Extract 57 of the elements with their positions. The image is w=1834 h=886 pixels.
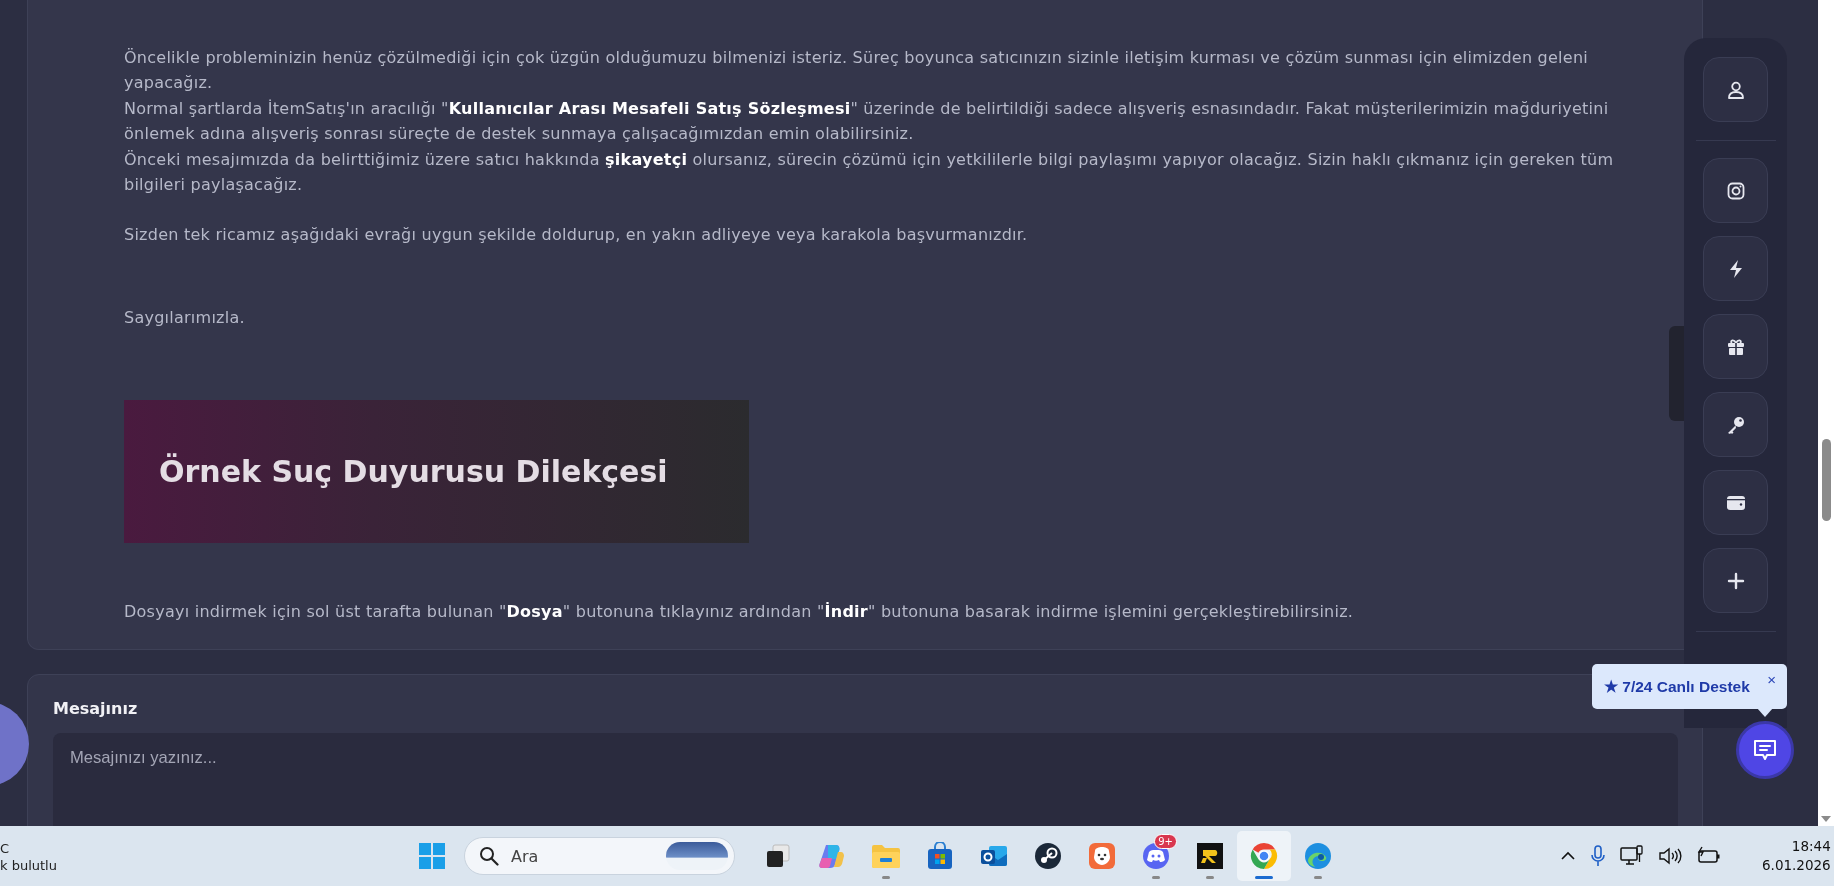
overlapping-squares-icon[interactable] (765, 843, 791, 869)
panel-handle[interactable] (1669, 326, 1684, 421)
date-text: 6.01.2026 (1762, 856, 1831, 875)
taskbar-app-button[interactable]: 9+ (1129, 831, 1183, 881)
message-paragraph: Öncelikle probleminizin henüz çözülmediği için çok üzgün olduğumuzu bilmenizi isteriz. Süreç boyunca satıcınızın sizinle iletişim kurması ve çözüm sunması için elimizden geleni yapacağız. (124, 47, 1589, 95)
windows-start-icon[interactable] (418, 842, 446, 870)
running-indicator (1314, 876, 1322, 879)
speaker-icon[interactable] (1658, 846, 1682, 866)
side-panel-button[interactable] (1703, 392, 1768, 457)
wallet-icon (1725, 493, 1746, 512)
scrollbar-thumb[interactable] (1822, 439, 1831, 521)
side-panel-button[interactable] (1703, 57, 1768, 122)
shopping-bag-icon[interactable] (926, 842, 954, 870)
running-indicator (1206, 876, 1214, 879)
document-banner[interactable]: Örnek Suç Duyurusu Dilekçesi (124, 400, 749, 544)
closing-text: Saygılarımızla. (124, 306, 246, 329)
request-paragraph: Sizden tek ricamız aşağıdaki evrağı uygun şekilde doldurup, en yakın adliyeye veya karakola başvurmanızdır. (124, 224, 1029, 247)
search-icon (479, 846, 499, 866)
side-panel-button[interactable] (1703, 158, 1768, 223)
chevron-up-icon[interactable] (1560, 851, 1576, 861)
reply-label: Mesajınız (53, 698, 139, 718)
plus-icon (1726, 571, 1745, 590)
support-tooltip-text: ★ 7/24 Canlı Destek (1604, 677, 1751, 696)
message-input[interactable]: Mesajınızı yazınız... (53, 732, 1678, 826)
search-field[interactable]: Ara (464, 837, 735, 875)
winter-village-picture (666, 842, 728, 870)
dog-face-icon[interactable] (1088, 842, 1116, 870)
round-dark-icon[interactable] (1034, 842, 1062, 870)
folder-icon[interactable] (871, 843, 901, 869)
message-paragraph: Önceki mesajımızda da belirttiğimiz üzere satıcı hakkında şikayetçi olursanız, sürecin çözümü için yetkililerle bilgi paylaşımı yapıyor olacağız. Sizin haklı çıkmanız için gereken tüm bilgileri paylaşacağız. (124, 148, 1615, 197)
side-panel-button[interactable] (1703, 470, 1768, 535)
scrollbar[interactable] (1818, 0, 1834, 826)
running-indicator (1255, 876, 1273, 879)
chat-icon (1752, 737, 1778, 763)
close-button[interactable]: × (1765, 671, 1778, 688)
search-input[interactable]: Ara (509, 845, 666, 867)
swirl-icon[interactable] (818, 843, 846, 869)
weather-text[interactable]: C (0, 840, 57, 857)
battery-charging-icon[interactable] (1696, 846, 1722, 866)
weather-text[interactable]: k bulutlu (0, 857, 57, 874)
microphone-icon[interactable] (1590, 845, 1606, 867)
download-instructions: Dosyayı indirmek için sol üst tarafta bulunan "Dosya" butonuna tıklayınız ardından "İndir" butonuna basarak indirme işlemini gerçekleştirebilirsiniz. (124, 601, 1355, 624)
time-text: 18:44 (1791, 837, 1831, 856)
notification-badge: 9+ (1154, 834, 1177, 849)
chat-button[interactable] (1736, 721, 1794, 779)
gift-icon (1725, 336, 1746, 357)
instagram-icon (1725, 180, 1746, 201)
r-logo-icon[interactable] (1196, 842, 1224, 870)
side-panel-button[interactable] (1703, 314, 1768, 379)
user-icon (1725, 79, 1746, 100)
network-icon[interactable] (1620, 845, 1644, 867)
clock[interactable]: 18:44 6.01.2026 (1756, 837, 1834, 875)
running-indicator (1152, 876, 1160, 879)
message-paragraph: Normal şartlarda İtemSatış'ın aracılığı "Kullanıcılar Arası Mesafeli Satış Sözleşmesi" üzerinde de belirtildiği sadece alışveriş esnasındadır. Fakat müşterilerimizin mağduriyetini önlemek adına alışveriş sonrası süreçte de destek sunmaya çalışacağımızdan emin olabilirsiniz. (124, 97, 1610, 146)
tricolor-circle-icon[interactable] (1250, 842, 1278, 870)
running-indicator (882, 876, 890, 879)
wave-icon[interactable] (1304, 842, 1332, 870)
